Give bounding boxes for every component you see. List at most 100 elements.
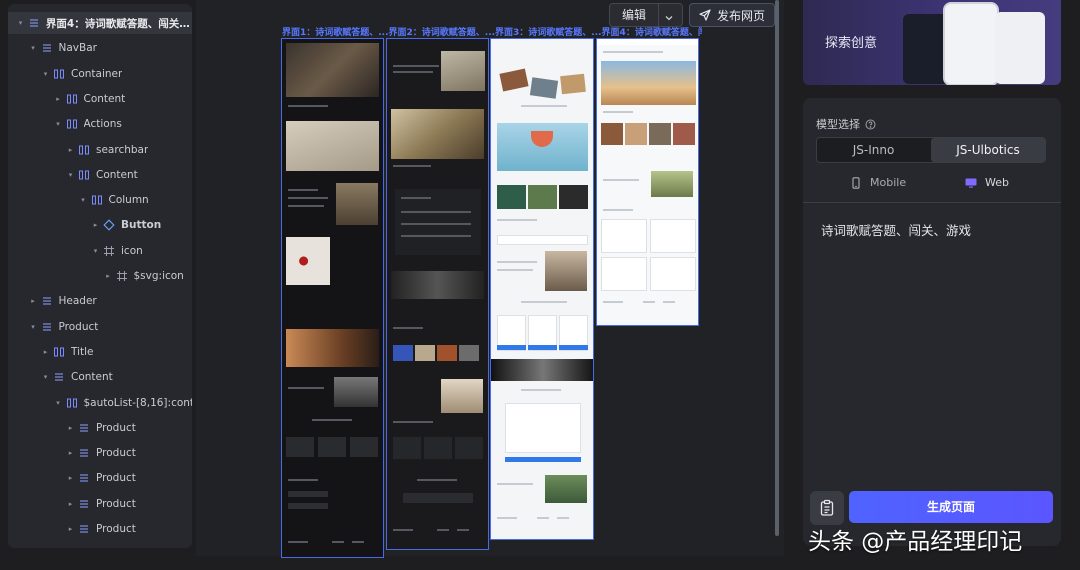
- prompt-input[interactable]: 诗词歌赋答题、闯关、游戏: [821, 220, 971, 239]
- promo-text: 探索创意: [825, 36, 878, 51]
- screen-4-preview[interactable]: [596, 38, 699, 326]
- send-icon: [699, 9, 711, 21]
- model-option-js-ulbotics[interactable]: JS-Ulbotics: [931, 138, 1045, 162]
- chevron-right-icon[interactable]: ▸: [104, 272, 113, 280]
- chevron-right-icon[interactable]: ▸: [66, 424, 75, 432]
- layer-row[interactable]: ▸ Header: [8, 290, 192, 312]
- chevron-right-icon[interactable]: ▸: [41, 348, 50, 356]
- layer-row[interactable]: ▾ Content: [8, 164, 192, 186]
- columns-icon: [66, 397, 78, 409]
- chevron-down-icon[interactable]: ▾: [29, 323, 38, 331]
- device-label: Web: [985, 176, 1009, 189]
- layer-row[interactable]: ▸ Content: [8, 88, 192, 110]
- layer-row[interactable]: ▸ Product: [8, 442, 192, 464]
- layer-row[interactable]: ▸ searchbar: [8, 139, 192, 161]
- layer-row[interactable]: ▾ Column: [8, 189, 192, 211]
- stack-icon: [78, 498, 90, 510]
- chevron-down-icon[interactable]: ▾: [41, 70, 50, 78]
- layer-label: Container: [71, 67, 123, 80]
- chevron-down-icon[interactable]: ▾: [41, 373, 50, 381]
- screen-1-preview[interactable]: [281, 38, 384, 558]
- chevron-down-icon[interactable]: ▾: [29, 44, 38, 52]
- layer-row[interactable]: ▸ Title: [8, 341, 192, 363]
- edit-button[interactable]: 编辑: [610, 4, 659, 26]
- chevron-right-icon[interactable]: ▸: [91, 221, 100, 229]
- model-select-label: 模型选择: [816, 116, 876, 132]
- chevron-down-icon[interactable]: ▾: [91, 247, 100, 255]
- layer-row[interactable]: ▾ Product: [8, 316, 192, 338]
- frame-icon: [103, 245, 115, 257]
- phone-mockup: [943, 2, 999, 85]
- layer-row[interactable]: ▾ NavBar: [8, 37, 192, 59]
- layer-row[interactable]: ▸ Product: [8, 493, 192, 515]
- publish-button[interactable]: 发布网页: [689, 3, 775, 27]
- layer-row[interactable]: ▾ Content: [8, 366, 192, 388]
- layer-label: icon: [121, 244, 143, 257]
- columns-icon: [66, 118, 78, 130]
- layer-label: NavBar: [58, 42, 97, 55]
- layer-row[interactable]: ▾ 界面4：诗词歌赋答题、闯关、...: [8, 12, 192, 34]
- layer-row[interactable]: ▸ Product: [8, 518, 192, 540]
- columns-icon: [66, 93, 78, 105]
- clipboard-icon: [820, 499, 834, 516]
- chevron-down-icon[interactable]: ▾: [66, 171, 75, 179]
- help-icon[interactable]: [865, 119, 876, 130]
- chevron-down-icon[interactable]: ▾: [79, 196, 88, 204]
- columns-icon: [91, 194, 103, 206]
- promo-banner[interactable]: 探索创意: [803, 0, 1061, 85]
- layer-row[interactable]: ▾ icon: [8, 240, 192, 262]
- layer-row[interactable]: ▸ Button: [8, 214, 192, 236]
- layer-row[interactable]: ▸ $svg:icon: [8, 265, 192, 287]
- divider: [803, 202, 1061, 203]
- watermark: 头条 @产品经理印记: [808, 529, 1023, 555]
- edit-dropdown[interactable]: 编辑: [609, 3, 683, 27]
- monitor-icon: [965, 178, 977, 188]
- chevron-down-icon[interactable]: ▾: [54, 399, 63, 407]
- screen-2-preview[interactable]: [386, 38, 489, 550]
- layer-label: Content: [96, 168, 138, 181]
- generate-page-button[interactable]: 生成页面: [849, 491, 1053, 523]
- columns-icon: [78, 169, 90, 181]
- layer-label: Product: [58, 320, 99, 333]
- layer-label: $autoList-[8,16]:cont...: [83, 396, 193, 409]
- layer-row[interactable]: ▾ $autoList-[8,16]:cont...: [8, 392, 192, 414]
- canvas-scrollbar[interactable]: [775, 0, 779, 536]
- model-option-js-inno[interactable]: JS-Inno: [817, 138, 930, 162]
- chevron-right-icon[interactable]: ▸: [66, 146, 75, 154]
- chevron-right-icon[interactable]: ▸: [66, 449, 75, 457]
- layer-label: Title: [71, 345, 94, 358]
- chevron-right-icon[interactable]: ▸: [66, 500, 75, 508]
- stack-icon: [28, 17, 40, 29]
- phone-mockup: [995, 12, 1045, 84]
- columns-icon: [53, 68, 65, 80]
- layer-label: Actions: [83, 118, 122, 131]
- device-option-mobile[interactable]: Mobile: [850, 176, 906, 189]
- layer-row[interactable]: ▾ Actions: [8, 113, 192, 135]
- chevron-down-icon[interactable]: ▾: [16, 19, 25, 27]
- layer-row[interactable]: ▾ Container: [8, 63, 192, 85]
- chevron-down-icon[interactable]: [662, 9, 676, 21]
- chevron-right-icon[interactable]: ▸: [29, 297, 38, 305]
- device-option-web[interactable]: Web: [965, 176, 1009, 189]
- layer-label: Product: [96, 472, 136, 485]
- layer-label: Column: [108, 194, 149, 207]
- mobile-icon: [852, 176, 860, 189]
- columns-icon: [78, 144, 90, 156]
- layer-label: Product: [96, 421, 136, 434]
- layer-label: Product: [96, 523, 136, 535]
- layer-label: searchbar: [96, 143, 149, 156]
- screen-3-preview[interactable]: [490, 38, 594, 540]
- chevron-right-icon[interactable]: ▸: [66, 525, 75, 533]
- stack-icon: [41, 42, 53, 54]
- model-select-text: 模型选择: [816, 118, 860, 131]
- layer-label: Content: [83, 92, 126, 105]
- layer-row[interactable]: ▸ Product: [8, 417, 192, 439]
- clipboard-button[interactable]: [810, 491, 844, 525]
- layer-label: $svg:icon: [133, 270, 184, 282]
- publish-label: 发布网页: [716, 8, 765, 23]
- columns-icon: [53, 346, 65, 358]
- chevron-down-icon[interactable]: ▾: [54, 120, 63, 128]
- chevron-right-icon[interactable]: ▸: [54, 95, 63, 103]
- layer-row[interactable]: ▸ Product: [8, 467, 192, 489]
- chevron-right-icon[interactable]: ▸: [66, 474, 75, 482]
